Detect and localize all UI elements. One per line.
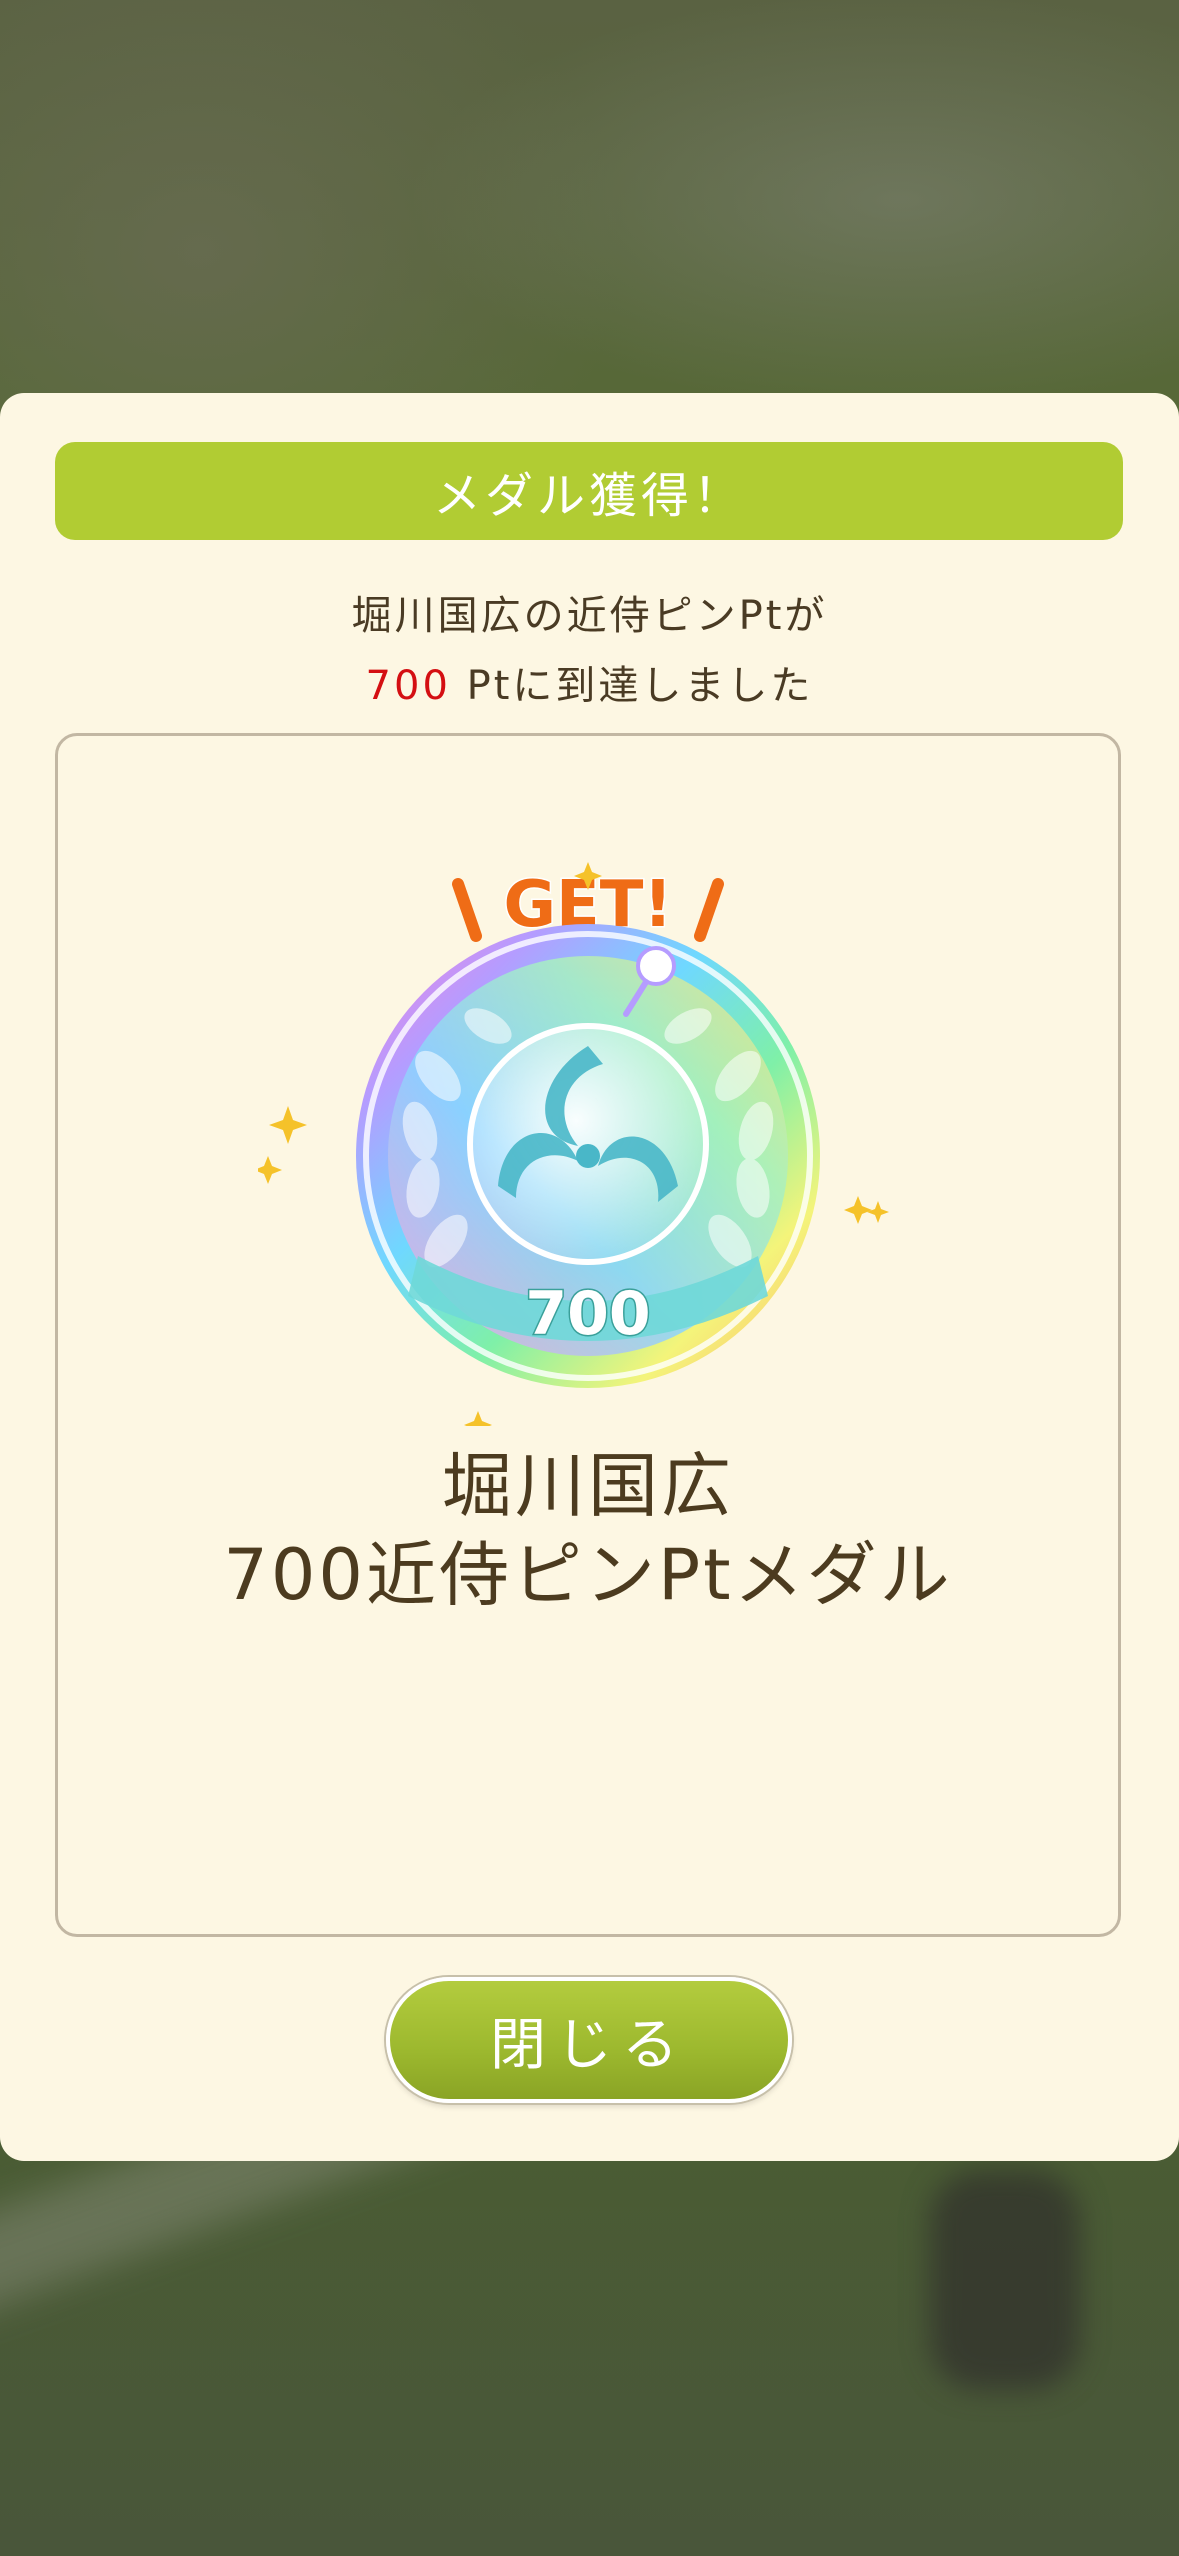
medal-name-line-1: 堀川国広 (442, 1445, 734, 1527)
close-button-label: 閉じる (490, 2012, 688, 2078)
medal-acquired-dialog: メダル獲得！ 堀川国広の近侍ピンPtが 700 Ptに到達しました GET! 7… (0, 393, 1179, 2161)
close-button[interactable]: 閉じる (386, 1977, 792, 2103)
medal-value: 700 (525, 1279, 650, 1349)
message-text-1: 堀川国広の近侍ピンPtが (351, 593, 828, 639)
medal-name-line-2: 700近侍ピンPtメダル (223, 1534, 953, 1616)
medal-card: GET! 700 堀川国広 700近侍ピンPtメダル (55, 733, 1121, 1937)
background-character (930, 2170, 1080, 2390)
dialog-header: メダル獲得！ (55, 442, 1123, 540)
message-line-2: 700 Ptに到達しました (0, 653, 1179, 711)
dialog-title: メダル獲得！ (432, 468, 745, 524)
message-line-1: 堀川国広の近侍ピンPtが (0, 583, 1179, 641)
rainbow-medal-icon: GET! 700 (258, 862, 889, 1426)
reached-points-value: 700 (365, 663, 451, 709)
message-text-2: Ptに到達しました (450, 663, 814, 709)
